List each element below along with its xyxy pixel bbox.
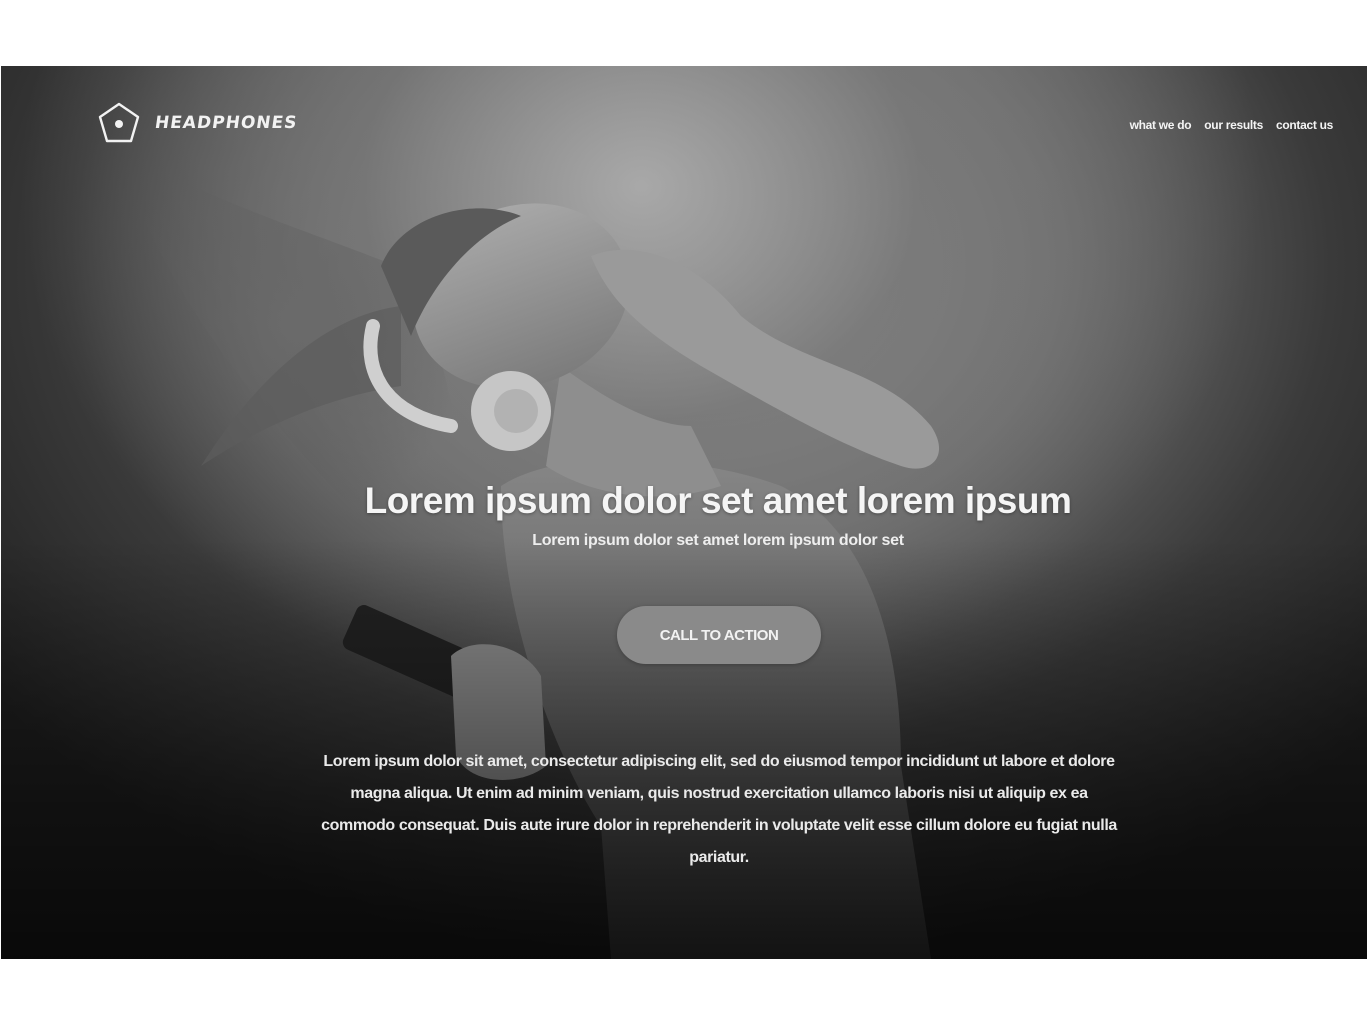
brand[interactable]: HEADPHONES: [97, 102, 299, 144]
nav-item-our-results[interactable]: our results: [1204, 118, 1263, 132]
brand-name: HEADPHONES: [153, 113, 299, 133]
main-nav: what we do our results contact us: [1130, 118, 1334, 132]
pentagon-dot-icon: [98, 102, 140, 143]
nav-item-what-we-do[interactable]: what we do: [1130, 118, 1192, 132]
hero-body-text: Lorem ipsum dolor sit amet, consectetur …: [321, 753, 1117, 866]
hero-headline: Lorem ipsum dolor set amet lorem ipsum: [364, 480, 1072, 521]
page: HEADPHONES what we do our results contac…: [0, 0, 1368, 1026]
hero-subheadline: Lorem ipsum dolor set amet lorem ipsum d…: [532, 532, 904, 549]
hero-section: HEADPHONES what we do our results contac…: [1, 66, 1367, 959]
nav-item-contact-us[interactable]: contact us: [1276, 118, 1333, 132]
call-to-action-button[interactable]: CALL TO ACTION: [617, 606, 821, 664]
